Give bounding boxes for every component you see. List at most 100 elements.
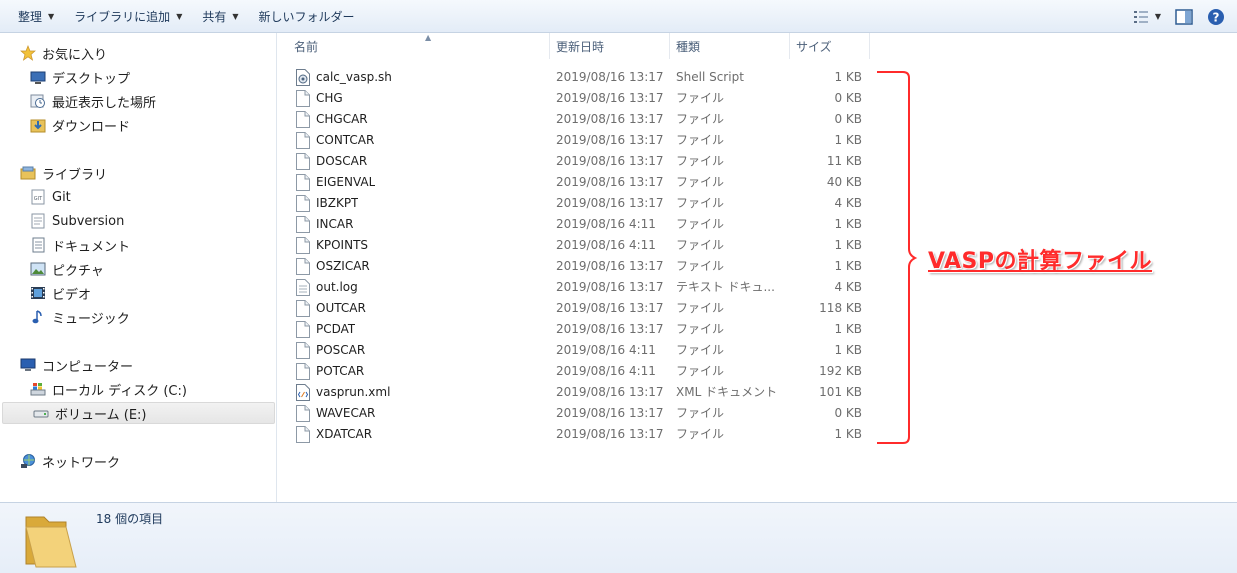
column-name-label: 名前: [294, 39, 319, 54]
file-date: 2019/08/16 13:17: [556, 196, 664, 210]
file-row[interactable]: CHG 2019/08/16 13:17 ファイル 0 KB: [278, 88, 878, 109]
add-to-library-label: ライブラリに追加: [74, 9, 171, 24]
file-type: ファイル: [676, 91, 725, 105]
nav-computer-label: コンピューター: [42, 359, 134, 375]
file-type: ファイル: [676, 196, 725, 210]
column-header-date[interactable]: 更新日時: [550, 33, 670, 59]
file-row[interactable]: PCDAT 2019/08/16 13:17 ファイル 1 KB: [278, 319, 878, 340]
file-size: 0 KB: [834, 406, 862, 420]
command-toolbar: 整理 ▼ ライブラリに追加 ▼ 共有 ▼ 新しいフォルダー ▼ ?: [0, 0, 1237, 33]
file-name: XDATCAR: [316, 427, 373, 441]
file-icon: [296, 174, 310, 191]
file-type: ファイル: [676, 259, 725, 273]
file-icon: [296, 195, 310, 212]
column-header-type[interactable]: 種類: [670, 33, 790, 59]
nav-volume-e[interactable]: ボリューム (E:): [2, 402, 275, 424]
file-row[interactable]: POTCAR 2019/08/16 4:11 ファイル 192 KB: [278, 361, 878, 382]
navigation-pane: お気に入り デスクトップ 最近表示した場所 ダウンロード ライブラリ GIT G…: [0, 33, 277, 502]
help-icon: ?: [1208, 8, 1224, 25]
nav-recent-places[interactable]: 最近表示した場所: [0, 90, 276, 112]
file-date: 2019/08/16 13:17: [556, 280, 664, 294]
file-row[interactable]: WAVECAR 2019/08/16 13:17 ファイル 0 KB: [278, 403, 878, 424]
file-date: 2019/08/16 13:17: [556, 301, 664, 315]
share-button[interactable]: 共有 ▼: [192, 0, 248, 32]
annotation-label: VASPの計算ファイル: [928, 249, 1153, 274]
nav-network[interactable]: ネットワーク: [0, 450, 276, 472]
file-size: 0 KB: [834, 112, 862, 126]
file-row[interactable]: INCAR 2019/08/16 4:11 ファイル 1 KB: [278, 214, 878, 235]
view-list-icon: [1133, 10, 1148, 23]
column-header-size[interactable]: サイズ: [790, 33, 870, 59]
file-name: OSZICAR: [316, 259, 370, 273]
file-row[interactable]: DOSCAR 2019/08/16 13:17 ファイル 11 KB: [278, 151, 878, 172]
nav-desktop[interactable]: デスクトップ: [0, 66, 276, 88]
network-icon: [20, 453, 36, 469]
share-label: 共有: [202, 9, 227, 24]
file-name: calc_vasp.sh: [316, 70, 392, 84]
file-row[interactable]: KPOINTS 2019/08/16 4:11 ファイル 1 KB: [278, 235, 878, 256]
column-size-label: サイズ: [796, 39, 832, 54]
file-row[interactable]: vasprun.xml 2019/08/16 13:17 XML ドキュメント 101…: [278, 382, 878, 403]
pictures-icon: [30, 261, 46, 277]
file-row[interactable]: calc_vasp.sh 2019/08/16 13:17 Shell Script…: [278, 67, 878, 88]
nav-downloads[interactable]: ダウンロード: [0, 114, 276, 136]
file-size: 1 KB: [834, 343, 862, 357]
git-library-icon: GIT: [30, 189, 46, 205]
nav-documents[interactable]: ドキュメント: [0, 234, 276, 256]
file-row[interactable]: OSZICAR 2019/08/16 13:17 ファイル 1 KB: [278, 256, 878, 277]
nav-git[interactable]: GIT Git: [0, 186, 276, 208]
new-folder-button[interactable]: 新しいフォルダー: [249, 0, 365, 32]
file-size: 1 KB: [834, 259, 862, 273]
file-row[interactable]: EIGENVAL 2019/08/16 13:17 ファイル 40 KB: [278, 172, 878, 193]
file-date: 2019/08/16 4:11: [556, 238, 656, 252]
view-options-button[interactable]: ▼: [1133, 10, 1161, 24]
file-date: 2019/08/16 4:11: [556, 364, 656, 378]
chevron-down-icon: ▼: [1154, 12, 1161, 21]
script-icon: [296, 69, 310, 86]
subversion-library-icon: [30, 213, 46, 229]
file-size: 4 KB: [834, 280, 862, 294]
preview-pane-button[interactable]: [1175, 8, 1193, 25]
nav-pictures[interactable]: ピクチャ: [0, 258, 276, 280]
nav-favorites-label: お気に入り: [42, 47, 108, 63]
file-row[interactable]: CHGCAR 2019/08/16 13:17 ファイル 0 KB: [278, 109, 878, 130]
nav-git-label: Git: [52, 189, 71, 205]
nav-subversion[interactable]: Subversion: [0, 210, 276, 232]
file-name: OUTCAR: [316, 301, 366, 315]
file-row[interactable]: CONTCAR 2019/08/16 13:17 ファイル 1 KB: [278, 130, 878, 151]
nav-favorites[interactable]: お気に入り: [0, 42, 276, 64]
file-size: 1 KB: [834, 70, 862, 84]
nav-computer[interactable]: コンピューター: [0, 354, 276, 376]
file-type: ファイル: [676, 154, 725, 168]
help-button[interactable]: ?: [1207, 8, 1225, 26]
file-date: 2019/08/16 13:17: [556, 133, 664, 147]
windows-drive-icon: [30, 381, 46, 397]
column-header-name[interactable]: 名前 ▲: [288, 33, 550, 59]
file-icon: [296, 111, 310, 128]
file-size: 1 KB: [834, 238, 862, 252]
file-type: ファイル: [676, 343, 725, 357]
nav-local-disk-c[interactable]: ローカル ディスク (C:): [0, 378, 276, 400]
file-date: 2019/08/16 13:17: [556, 70, 664, 84]
dropdown-arrow-icon: ▼: [176, 11, 183, 21]
file-row[interactable]: IBZKPT 2019/08/16 13:17 ファイル 4 KB: [278, 193, 878, 214]
file-row[interactable]: out.log 2019/08/16 13:17 テキスト ドキュ... 4 KB: [278, 277, 878, 298]
file-row[interactable]: XDATCAR 2019/08/16 13:17 ファイル 1 KB: [278, 424, 878, 445]
column-type-label: 種類: [676, 39, 701, 54]
nav-music[interactable]: ミュージック: [0, 306, 276, 328]
file-name: POTCAR: [316, 364, 365, 378]
file-icon: [296, 363, 310, 380]
nav-music-label: ミュージック: [52, 311, 130, 327]
file-size: 1 KB: [834, 322, 862, 336]
dropdown-arrow-icon: ▼: [48, 11, 55, 21]
organize-button[interactable]: 整理 ▼: [0, 0, 64, 32]
nav-videos[interactable]: ビデオ: [0, 282, 276, 304]
file-date: 2019/08/16 13:17: [556, 91, 664, 105]
dropdown-arrow-icon: ▼: [232, 11, 239, 21]
file-date: 2019/08/16 13:17: [556, 112, 664, 126]
file-type: ファイル: [676, 112, 725, 126]
file-row[interactable]: POSCAR 2019/08/16 4:11 ファイル 1 KB: [278, 340, 878, 361]
nav-libraries[interactable]: ライブラリ: [0, 162, 276, 184]
add-to-library-button[interactable]: ライブラリに追加 ▼: [64, 0, 192, 32]
file-row[interactable]: OUTCAR 2019/08/16 13:17 ファイル 118 KB: [278, 298, 878, 319]
